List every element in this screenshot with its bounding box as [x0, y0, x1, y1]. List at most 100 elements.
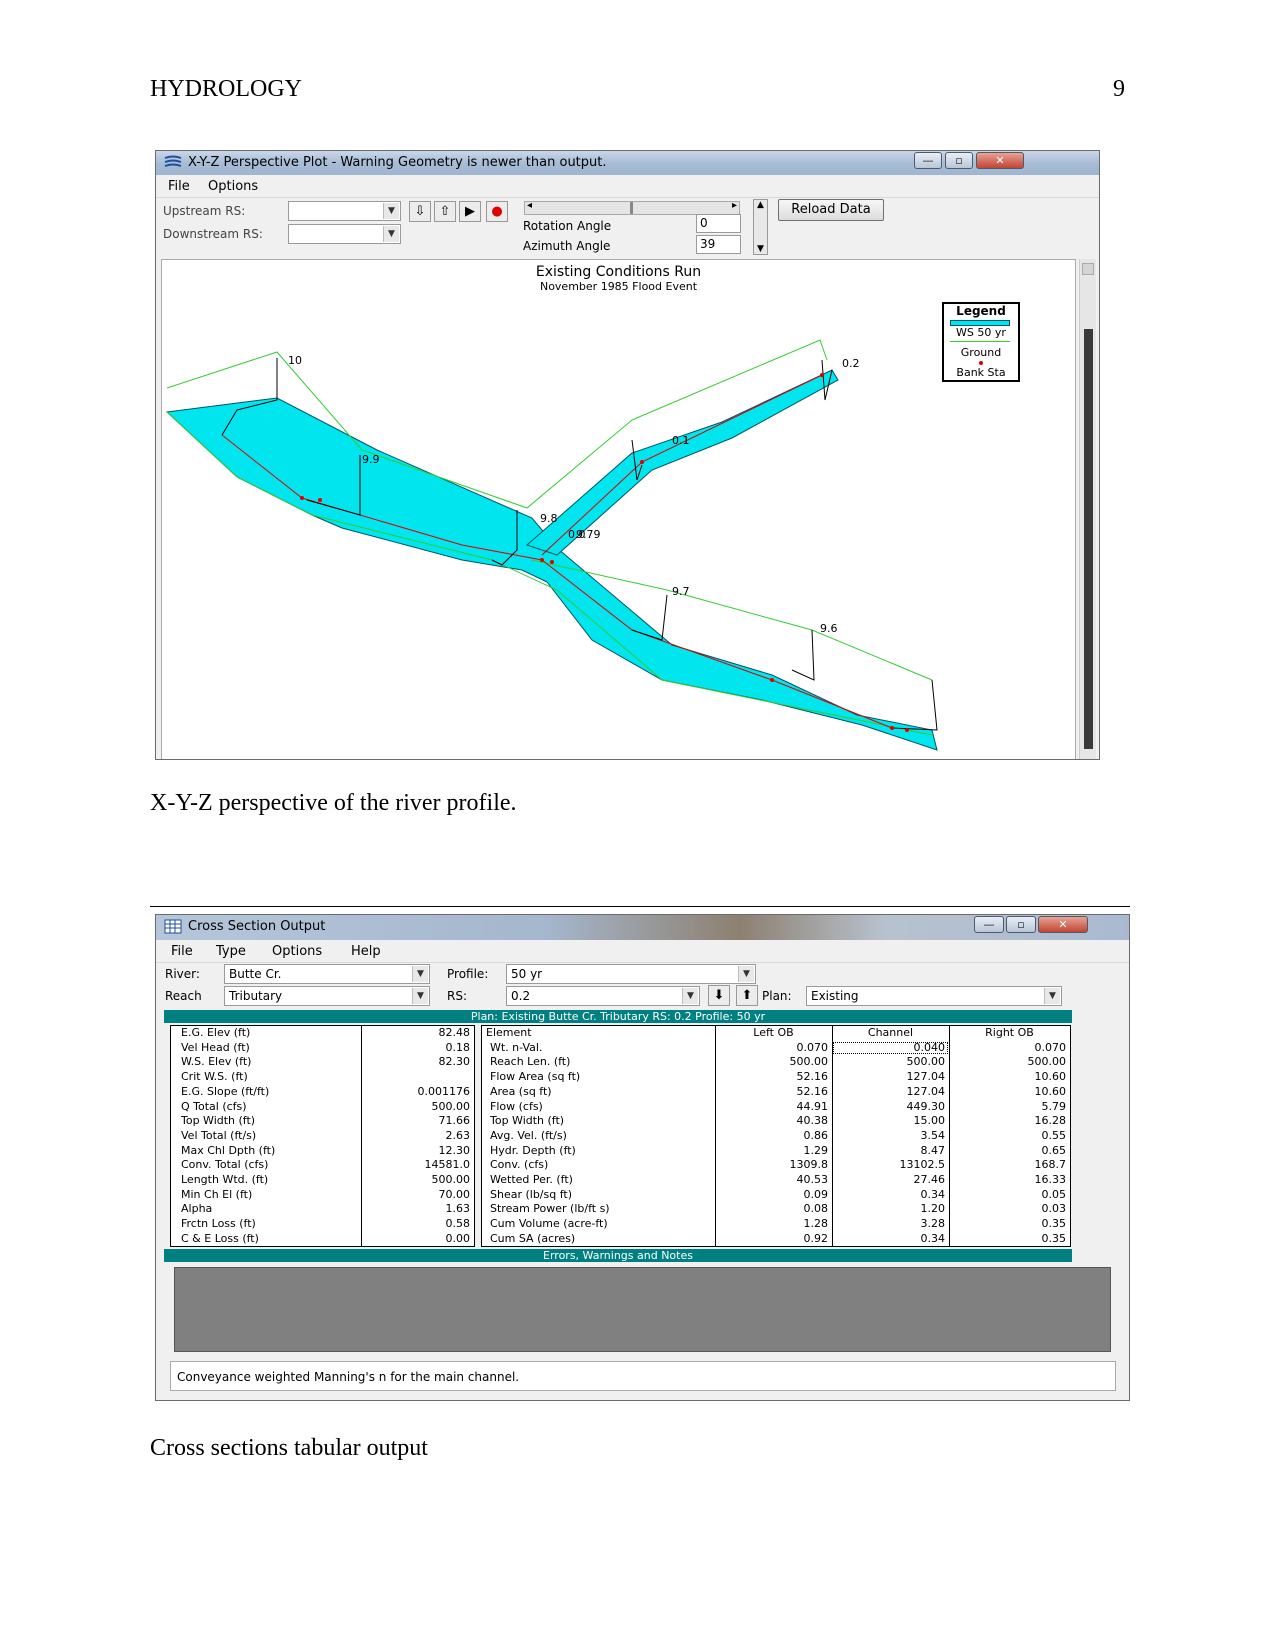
menu-file[interactable]: File	[171, 944, 193, 959]
chevron-down-icon[interactable]: ▼	[412, 988, 428, 1004]
scroll-right-icon[interactable]: ▸	[732, 200, 737, 211]
rs-select[interactable]: 0.2 ▼	[506, 986, 700, 1006]
channel-value[interactable]: 0.34	[832, 1232, 949, 1247]
left-ob-value[interactable]: 52.16	[715, 1085, 832, 1100]
profile-select[interactable]: 50 yr ▼	[506, 964, 756, 984]
right-ob-value[interactable]: 0.55	[949, 1129, 1070, 1144]
spinner-down-icon[interactable]: ▼	[757, 244, 764, 254]
down-arrow-button[interactable]: ⇩	[409, 201, 431, 222]
scroll-thumb[interactable]	[630, 202, 633, 214]
rotation-angle-input[interactable]: 0	[696, 214, 741, 233]
right-ob-value[interactable]: 0.070	[949, 1041, 1070, 1056]
perspective-plot[interactable]: Existing Conditions Run November 1985 Fl…	[161, 259, 1076, 759]
row-value[interactable]: 500.00	[361, 1173, 474, 1188]
right-ob-value[interactable]: 10.60	[949, 1085, 1070, 1100]
up-arrow-button[interactable]: ⬆	[736, 985, 758, 1006]
chevron-down-icon[interactable]: ▼	[738, 966, 754, 982]
upstream-rs-select[interactable]: ▼	[288, 201, 401, 221]
close-button[interactable]: ✕	[1038, 916, 1088, 933]
minimize-button[interactable]: —	[914, 152, 942, 169]
right-ob-value[interactable]: 500.00	[949, 1055, 1070, 1070]
right-ob-value[interactable]: 10.60	[949, 1070, 1070, 1085]
right-ob-value[interactable]: 16.28	[949, 1114, 1070, 1129]
minimize-button[interactable]: —	[974, 916, 1004, 933]
rotation-scrollbar[interactable]: ◂ ▸	[524, 200, 740, 215]
right-ob-value[interactable]: 0.05	[949, 1188, 1070, 1203]
right-ob-value[interactable]: 16.33	[949, 1173, 1070, 1188]
river-select[interactable]: Butte Cr. ▼	[224, 964, 430, 984]
row-value[interactable]: 82.30	[361, 1055, 474, 1070]
menu-options[interactable]: Options	[272, 944, 322, 959]
scroll-up-icon[interactable]	[1082, 263, 1094, 275]
channel-value[interactable]: 27.46	[832, 1173, 949, 1188]
left-ob-value[interactable]: 0.070	[715, 1041, 832, 1056]
row-value[interactable]: 500.00	[361, 1100, 474, 1115]
angle-spinner[interactable]: ▲ ▼	[753, 199, 768, 255]
channel-value[interactable]: 500.00	[832, 1055, 949, 1070]
right-ob-value[interactable]: 0.03	[949, 1202, 1070, 1217]
menu-file[interactable]: File	[168, 179, 190, 194]
left-ob-value[interactable]: 0.92	[715, 1232, 832, 1247]
chevron-down-icon[interactable]: ▼	[1044, 988, 1060, 1004]
channel-value[interactable]: 449.30	[832, 1100, 949, 1115]
row-value[interactable]: 0.001176	[361, 1085, 474, 1100]
scroll-thumb[interactable]	[1084, 329, 1093, 749]
left-ob-value[interactable]: 52.16	[715, 1070, 832, 1085]
maximize-button[interactable]: ▫	[1006, 916, 1036, 933]
channel-value[interactable]: 127.04	[832, 1085, 949, 1100]
row-value[interactable]	[361, 1070, 474, 1085]
channel-value[interactable]: 0.040	[832, 1041, 949, 1056]
channel-value[interactable]: 0.34	[832, 1188, 949, 1203]
channel-value[interactable]: 3.54	[832, 1129, 949, 1144]
menu-type[interactable]: Type	[216, 944, 246, 959]
channel-value[interactable]: 13102.5	[832, 1158, 949, 1173]
title-bar[interactable]: X-Y-Z Perspective Plot - Warning Geometr…	[156, 151, 1099, 175]
chevron-down-icon[interactable]: ▼	[383, 226, 399, 242]
channel-value[interactable]: 15.00	[832, 1114, 949, 1129]
row-value[interactable]: 12.30	[361, 1144, 474, 1159]
left-ob-value[interactable]: 40.38	[715, 1114, 832, 1129]
left-ob-value[interactable]: 1.29	[715, 1144, 832, 1159]
right-ob-value[interactable]: 0.35	[949, 1217, 1070, 1232]
reach-select[interactable]: Tributary ▼	[224, 986, 430, 1006]
row-value[interactable]: 70.00	[361, 1188, 474, 1203]
azimuth-angle-input[interactable]: 39	[696, 235, 741, 254]
chevron-down-icon[interactable]: ▼	[682, 988, 698, 1004]
plan-select[interactable]: Existing ▼	[806, 986, 1062, 1006]
menu-options[interactable]: Options	[208, 179, 258, 194]
notes-area[interactable]	[174, 1267, 1111, 1352]
channel-value[interactable]: 127.04	[832, 1070, 949, 1085]
row-value[interactable]: 0.58	[361, 1217, 474, 1232]
left-ob-value[interactable]: 0.08	[715, 1202, 832, 1217]
play-button[interactable]: ▶	[459, 201, 481, 222]
row-value[interactable]: 14581.0	[361, 1158, 474, 1173]
right-ob-value[interactable]: 0.65	[949, 1144, 1070, 1159]
up-arrow-button[interactable]: ⇧	[434, 201, 456, 222]
close-button[interactable]: ✕	[976, 152, 1024, 169]
reload-data-button[interactable]: Reload Data	[778, 199, 884, 221]
channel-value[interactable]: 3.28	[832, 1217, 949, 1232]
row-value[interactable]: 2.63	[361, 1129, 474, 1144]
chevron-down-icon[interactable]: ▼	[412, 966, 428, 982]
channel-value[interactable]: 1.20	[832, 1202, 949, 1217]
right-ob-value[interactable]: 0.35	[949, 1232, 1070, 1247]
left-ob-value[interactable]: 40.53	[715, 1173, 832, 1188]
left-ob-value[interactable]: 1.28	[715, 1217, 832, 1232]
down-arrow-button[interactable]: ⬇	[708, 985, 730, 1006]
maximize-button[interactable]: ▫	[945, 152, 973, 169]
left-ob-value[interactable]: 0.09	[715, 1188, 832, 1203]
channel-value[interactable]: 8.47	[832, 1144, 949, 1159]
row-value[interactable]: 0.00	[361, 1232, 474, 1247]
row-value[interactable]: 1.63	[361, 1202, 474, 1217]
plot-scrollbar[interactable]	[1079, 259, 1096, 759]
left-ob-value[interactable]: 0.86	[715, 1129, 832, 1144]
right-ob-value[interactable]: 168.7	[949, 1158, 1070, 1173]
row-value[interactable]: 71.66	[361, 1114, 474, 1129]
row-value[interactable]: 0.18	[361, 1041, 474, 1056]
left-ob-value[interactable]: 500.00	[715, 1055, 832, 1070]
spinner-up-icon[interactable]: ▲	[757, 200, 764, 210]
right-ob-value[interactable]: 5.79	[949, 1100, 1070, 1115]
title-bar[interactable]: Cross Section Output — ▫ ✕	[156, 915, 1129, 940]
chevron-down-icon[interactable]: ▼	[383, 203, 399, 219]
record-button[interactable]: ●	[486, 201, 508, 222]
